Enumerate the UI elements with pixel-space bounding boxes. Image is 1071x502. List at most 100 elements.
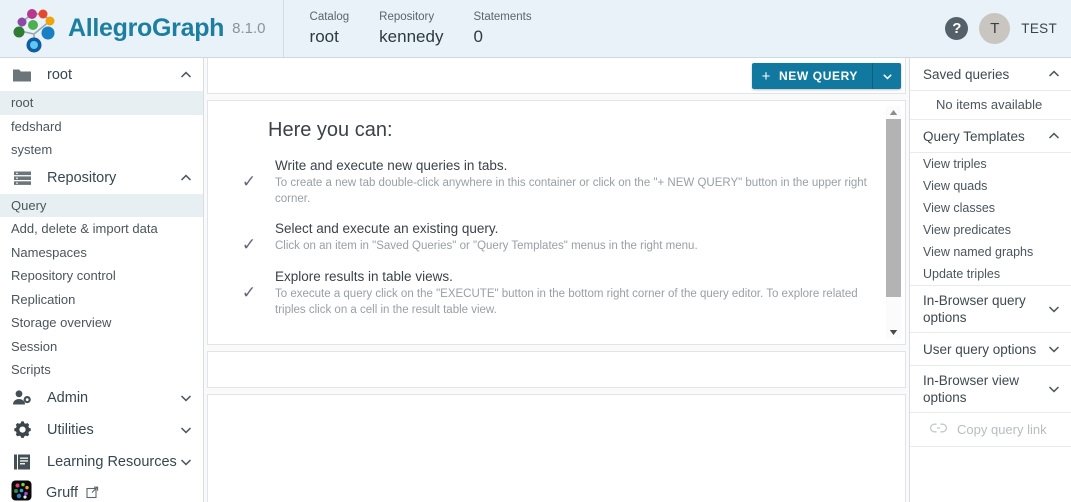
bullet-description: To create a new tab double-click anywher… <box>275 177 867 205</box>
repository-value: kennedy <box>379 27 444 46</box>
bullet-heading: Explore results in table views. <box>275 269 453 284</box>
sidebar-item-query[interactable]: Query <box>0 193 203 217</box>
new-query-button[interactable]: + NEW QUERY <box>751 63 872 89</box>
sidebar-item-replication[interactable]: Replication <box>0 288 203 312</box>
section-user-query-options[interactable]: User query options <box>910 333 1071 366</box>
sidebar-group-admin[interactable]: Admin <box>0 382 203 414</box>
sidebar-item-fedshard[interactable]: fedshard <box>0 115 203 139</box>
query-template-update-triples[interactable]: Update triples <box>910 263 1071 286</box>
sidebar-item-label: Namespaces <box>11 244 87 260</box>
link-icon <box>929 422 948 437</box>
folder-icon <box>11 64 33 86</box>
database-icon <box>11 167 33 189</box>
help-icon[interactable]: ? <box>945 17 969 40</box>
query-tab-bar[interactable]: + NEW QUERY <box>207 58 906 94</box>
chevron-down-icon[interactable] <box>1047 382 1061 396</box>
section-in-browser-query-options[interactable]: In-Browser query options <box>910 286 1071 333</box>
list-item: ✓ Explore results in table views. To exe… <box>208 269 905 332</box>
sidebar-group-catalog-label: root <box>47 67 72 83</box>
allegrograph-app: AllegroGraph 8.1.0 Catalog root Reposito… <box>0 0 1071 502</box>
sidebar-item-add-delete-import-data[interactable]: Add, delete & import data <box>0 217 203 241</box>
section-query-templates-label: Query Templates <box>923 128 1025 144</box>
sidebar-group-utilities-label: Utilities <box>47 421 94 438</box>
sidebar-group-learning-resources-label: Learning Resources <box>47 453 177 470</box>
statements-field: Statements 0 <box>473 10 531 47</box>
sidebar-item-root[interactable]: root <box>0 91 203 115</box>
sidebar-group-admin-label: Admin <box>47 389 89 406</box>
sidebar-group-repository-label: Repository <box>47 169 117 186</box>
app-header: AllegroGraph 8.1.0 Catalog root Reposito… <box>0 0 1071 58</box>
copy-query-link-label: Copy query link <box>957 422 1047 437</box>
scrollbar-thumb[interactable] <box>886 119 901 297</box>
graph-network-icon <box>13 8 55 52</box>
sidebar-item-label: system <box>11 142 53 158</box>
external-link-icon <box>86 486 99 499</box>
sidebar-item-label: Storage overview <box>11 315 112 331</box>
bullet-heading: Write and execute new queries in tabs. <box>275 158 508 173</box>
catalog-label: Catalog <box>309 11 350 23</box>
chevron-down-icon[interactable] <box>1047 342 1061 356</box>
repository-label: Repository <box>379 11 435 23</box>
chevron-down-icon[interactable] <box>179 455 193 469</box>
query-template-view-triples[interactable]: View triples <box>910 153 1071 175</box>
check-icon: ✓ <box>241 235 257 254</box>
scroll-down-arrow-icon[interactable] <box>886 326 901 339</box>
sidebar-item-namespaces[interactable]: Namespaces <box>0 241 203 265</box>
section-in-browser-view-options[interactable]: In-Browser view options <box>910 366 1071 413</box>
sidebar-item-scripts[interactable]: Scripts <box>0 358 203 382</box>
query-editor-placeholder <box>207 351 906 388</box>
list-item: ✓ Select and execute an existing query. … <box>208 221 905 269</box>
sidebar-item-storage-overview[interactable]: Storage overview <box>0 311 203 335</box>
sidebar-group-learning-resources[interactable]: Learning Resources <box>0 446 203 478</box>
left-sidebar: root root fedshard system Repository Que… <box>0 58 204 502</box>
sidebar-link-gruff-label: Gruff <box>46 484 78 501</box>
gruff-icon <box>11 480 32 502</box>
sidebar-link-gruff[interactable]: Gruff <box>0 478 203 502</box>
chevron-down-icon[interactable] <box>1047 302 1061 316</box>
plus-icon: + <box>761 67 772 85</box>
sidebar-item-system[interactable]: system <box>0 138 203 162</box>
sidebar-item-label: Query <box>11 197 47 213</box>
sidebar-item-label: root <box>11 95 34 111</box>
chevron-down-icon[interactable] <box>179 423 193 437</box>
chevron-up-icon[interactable] <box>1047 67 1061 81</box>
sidebar-item-repository-control[interactable]: Repository control <box>0 264 203 288</box>
sidebar-group-catalog[interactable]: root <box>0 59 203 91</box>
section-user-query-options-label: User query options <box>923 341 1037 357</box>
book-icon <box>11 451 33 473</box>
section-saved-queries[interactable]: Saved queries <box>910 58 1071 91</box>
bullet-description: Click on an item in "Saved Queries" or "… <box>275 240 698 252</box>
query-template-view-named-graphs[interactable]: View named graphs <box>910 241 1071 263</box>
chevron-up-icon[interactable] <box>179 171 193 185</box>
chevron-up-icon[interactable] <box>179 68 193 82</box>
chevron-down-icon <box>882 73 892 79</box>
query-template-view-quads[interactable]: View quads <box>910 175 1071 197</box>
new-query-dropdown-toggle[interactable] <box>872 63 901 89</box>
welcome-panel: Here you can: ✓ Write and execute new qu… <box>207 100 906 345</box>
catalog-field: Catalog root <box>310 10 350 47</box>
section-saved-queries-label: Saved queries <box>923 66 1010 82</box>
query-template-view-classes[interactable]: View classes <box>910 197 1071 219</box>
scroll-up-arrow-icon[interactable] <box>886 106 901 119</box>
page-title: Here you can: <box>268 119 393 141</box>
results-area-placeholder <box>207 394 906 502</box>
sidebar-item-label: Repository control <box>11 268 116 284</box>
user-gear-icon <box>11 387 33 409</box>
username-label: TEST <box>1021 21 1057 36</box>
check-icon: ✓ <box>241 172 257 191</box>
copy-query-link-button: Copy query link <box>910 413 1071 447</box>
avatar[interactable]: T <box>979 13 1011 44</box>
bullet-description: To execute a query click on the "EXECUTE… <box>275 288 858 316</box>
chevron-down-icon[interactable] <box>179 391 193 405</box>
welcome-bullet-list: ✓ Write and execute new queries in tabs.… <box>208 142 905 332</box>
gear-icon <box>11 419 33 441</box>
welcome-panel-scrollbar[interactable] <box>886 106 901 339</box>
section-query-templates[interactable]: Query Templates <box>910 120 1071 153</box>
sidebar-group-utilities[interactable]: Utilities <box>0 414 203 446</box>
scrollbar-track[interactable] <box>886 119 901 326</box>
sidebar-group-repository[interactable]: Repository <box>0 162 203 194</box>
query-template-view-predicates[interactable]: View predicates <box>910 219 1071 241</box>
statements-value: 0 <box>473 27 483 46</box>
chevron-up-icon[interactable] <box>1047 129 1061 143</box>
sidebar-item-session[interactable]: Session <box>0 335 203 359</box>
